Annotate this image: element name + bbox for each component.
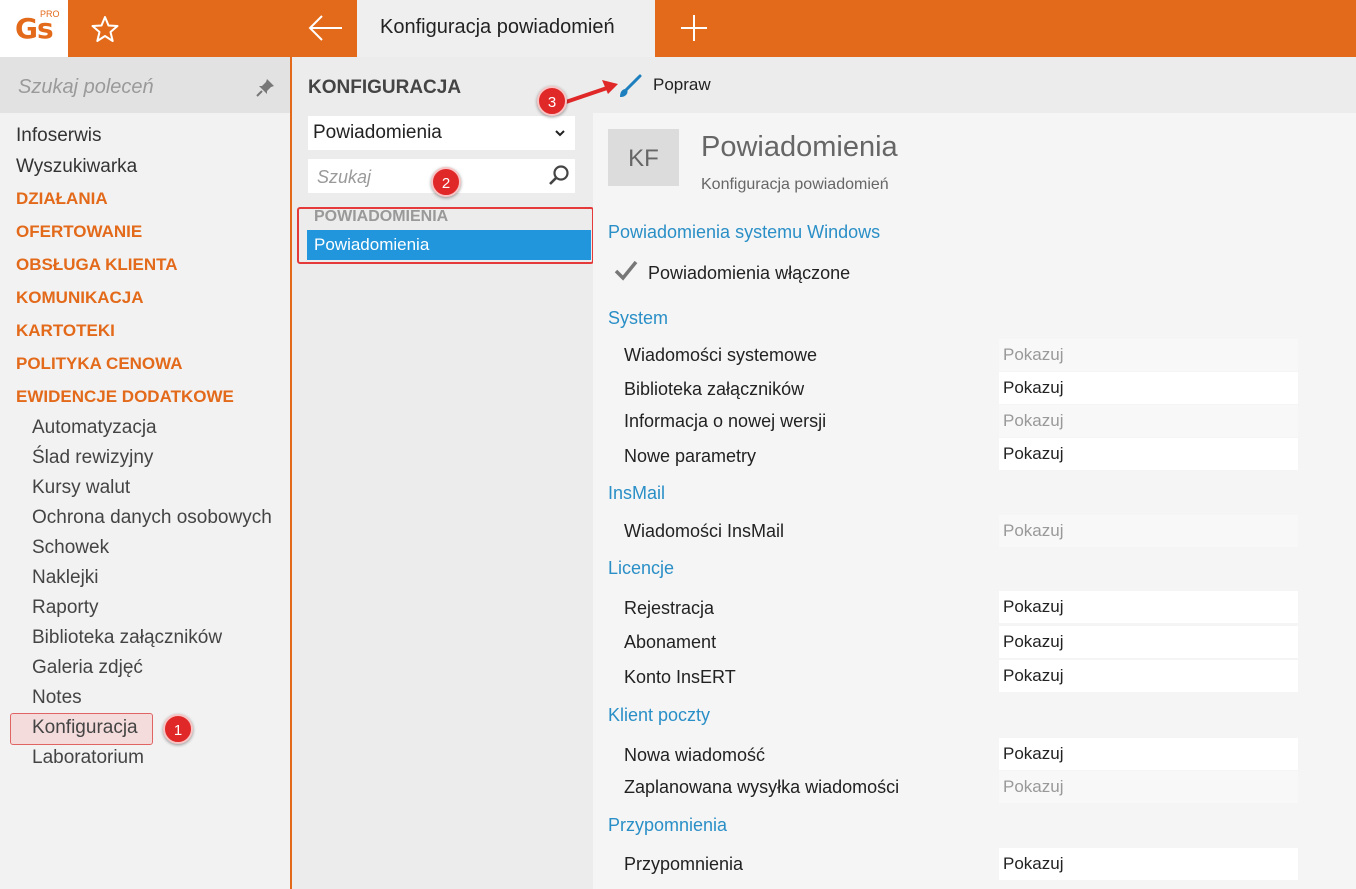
nav-item-infoserwis[interactable]: Infoserwis bbox=[16, 125, 102, 147]
section-system: System bbox=[608, 308, 669, 328]
list-group-header: POWIADOMIENIA bbox=[314, 208, 449, 225]
middle-panel-title: KONFIGURACJA bbox=[308, 77, 462, 98]
row-label: Przypomnienia bbox=[624, 854, 744, 874]
step-badge-3: 3 bbox=[537, 86, 567, 116]
nav-item-naklejki[interactable]: Naklejki bbox=[32, 567, 99, 589]
nav-item-wyszukiwarka[interactable]: Wyszukiwarka bbox=[16, 156, 137, 178]
nav-item-schowek[interactable]: Schowek bbox=[32, 537, 109, 559]
row-value-field[interactable]: Pokazuj bbox=[999, 515, 1298, 547]
row-value: Pokazuj bbox=[1003, 744, 1064, 763]
nav-category-komunikacja[interactable]: KOMUNIKACJA bbox=[16, 288, 144, 308]
row-value-field[interactable]: Pokazuj bbox=[999, 660, 1298, 692]
row-value: Pokazuj bbox=[1003, 777, 1064, 796]
nav-item-kursy-walut[interactable]: Kursy walut bbox=[32, 477, 130, 499]
step-badge-2: 2 bbox=[431, 167, 461, 197]
command-search[interactable]: Szukaj poleceń bbox=[0, 57, 290, 113]
row-value: Pokazuj bbox=[1003, 521, 1064, 540]
row-value-field[interactable]: Pokazuj bbox=[999, 771, 1298, 803]
row-value-field[interactable]: Pokazuj bbox=[999, 738, 1298, 770]
nav-item-notes[interactable]: Notes bbox=[32, 687, 82, 709]
config-search-placeholder: Szukaj bbox=[317, 167, 372, 187]
nav-category-dzialania[interactable]: DZIAŁANIA bbox=[16, 189, 108, 209]
nav-item-raporty[interactable]: Raporty bbox=[32, 597, 99, 619]
avatar-initials: KF bbox=[628, 145, 659, 172]
nav-item-galeria[interactable]: Galeria zdjęć bbox=[32, 657, 143, 679]
row-value: Pokazuj bbox=[1003, 666, 1064, 685]
page-subtitle: Konfiguracja powiadomień bbox=[701, 176, 889, 193]
avatar: KF bbox=[608, 129, 679, 186]
back-arrow-icon[interactable] bbox=[306, 13, 346, 43]
annotation-arrow bbox=[559, 80, 618, 106]
page-title: Powiadomienia bbox=[701, 131, 898, 163]
app-logo[interactable]: Gs PRO bbox=[0, 0, 68, 57]
config-select[interactable]: Powiadomienia bbox=[308, 116, 575, 150]
step-badge-1: 1 bbox=[163, 714, 193, 744]
section-klient-poczty: Klient poczty bbox=[608, 705, 711, 725]
tab-label: Konfiguracja powiadomień bbox=[380, 16, 615, 38]
section-insmail: InsMail bbox=[608, 483, 666, 503]
nav-category-ewidencje-dodatkowe[interactable]: EWIDENCJE DODATKOWE bbox=[16, 387, 234, 407]
section-licencje: Licencje bbox=[608, 558, 675, 578]
row-label: Nowe parametry bbox=[624, 446, 757, 466]
row-label: Zaplanowana wysyłka wiadomości bbox=[624, 777, 900, 797]
row-value: Pokazuj bbox=[1003, 444, 1064, 463]
checkmark-icon[interactable] bbox=[613, 258, 639, 284]
nav-category-kartoteki[interactable]: KARTOTEKI bbox=[16, 321, 115, 341]
add-tab-icon[interactable] bbox=[678, 12, 710, 44]
top-bar: Gs PRO Konfiguracja powiadomień bbox=[0, 0, 1356, 57]
nav-item-automatyzacja[interactable]: Automatyzacja bbox=[32, 417, 157, 439]
logo-sup: PRO bbox=[40, 9, 60, 19]
section-windows: Powiadomienia systemu Windows bbox=[608, 222, 881, 242]
nav-item-ochrona-danych[interactable]: Ochrona danych osobowych bbox=[32, 507, 272, 529]
nav-item-konfiguracja[interactable]: Konfiguracja bbox=[32, 717, 138, 739]
row-value: Pokazuj bbox=[1003, 854, 1064, 873]
row-value-field[interactable]: Pokazuj bbox=[999, 339, 1298, 371]
row-value: Pokazuj bbox=[1003, 378, 1064, 397]
row-value: Pokazuj bbox=[1003, 411, 1064, 430]
list-item-powiadomienia[interactable]: Powiadomienia bbox=[307, 230, 591, 260]
nav-item-biblioteka[interactable]: Biblioteka załączników bbox=[32, 627, 222, 649]
row-value-field[interactable]: Pokazuj bbox=[999, 372, 1298, 404]
row-value-field[interactable]: Pokazuj bbox=[999, 848, 1298, 880]
row-label: Rejestracja bbox=[624, 598, 715, 618]
nav-item-slad-rewizyjny[interactable]: Ślad rewizyjny bbox=[32, 447, 153, 469]
search-icon[interactable] bbox=[548, 164, 570, 186]
star-icon[interactable] bbox=[88, 13, 122, 45]
edit-button[interactable]: Popraw bbox=[653, 75, 711, 95]
row-value-field[interactable]: Pokazuj bbox=[999, 591, 1298, 623]
config-select-value: Powiadomienia bbox=[313, 122, 442, 143]
list-item-label: Powiadomienia bbox=[314, 235, 430, 254]
row-value: Pokazuj bbox=[1003, 632, 1064, 651]
row-label: Informacja o nowej wersji bbox=[624, 411, 827, 431]
row-label: Wiadomości InsMail bbox=[624, 521, 785, 541]
row-value-field[interactable]: Pokazuj bbox=[999, 438, 1298, 470]
tab-konfiguracja-powiadomien[interactable]: Konfiguracja powiadomień bbox=[357, 0, 655, 57]
nav-item-laboratorium[interactable]: Laboratorium bbox=[32, 747, 144, 769]
nav-category-ofertowanie[interactable]: OFERTOWANIE bbox=[16, 222, 142, 242]
brush-icon[interactable] bbox=[617, 73, 643, 99]
nav-category-polityka-cenowa[interactable]: POLITYKA CENOWA bbox=[16, 354, 183, 374]
command-search-placeholder: Szukaj poleceń bbox=[18, 76, 154, 98]
row-value-field[interactable]: Pokazuj bbox=[999, 405, 1298, 437]
row-label: Abonament bbox=[624, 632, 717, 652]
row-value-field[interactable]: Pokazuj bbox=[999, 626, 1298, 658]
windows-notifications-checkbox-label[interactable]: Powiadomienia włączone bbox=[648, 263, 850, 284]
row-label: Wiadomości systemowe bbox=[624, 345, 818, 365]
row-label: Biblioteka załączników bbox=[624, 379, 805, 399]
chevron-down-icon bbox=[555, 130, 565, 137]
row-value: Pokazuj bbox=[1003, 345, 1064, 364]
row-label: Konto InsERT bbox=[624, 667, 736, 687]
pin-icon[interactable] bbox=[256, 77, 276, 97]
nav-category-obsluga-klienta[interactable]: OBSŁUGA KLIENTA bbox=[16, 255, 178, 275]
row-label: Nowa wiadomość bbox=[624, 745, 766, 765]
row-value: Pokazuj bbox=[1003, 597, 1064, 616]
section-przypomnienia: Przypomnienia bbox=[608, 815, 728, 835]
